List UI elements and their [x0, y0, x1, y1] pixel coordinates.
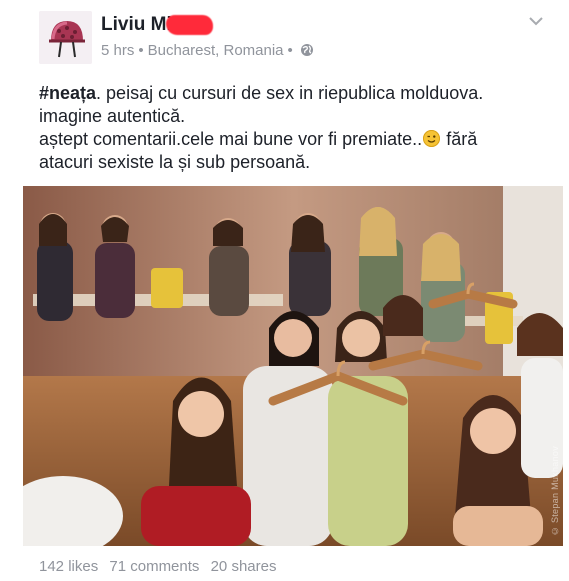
post-photo[interactable]: © Stepan Mukhanov	[23, 186, 563, 546]
post-line-1: #neața. peisaj cu cursuri de sex in riep…	[39, 82, 559, 105]
author-avatar[interactable]	[39, 11, 92, 64]
avatar-helmet-icon	[39, 11, 92, 64]
post-line-3: aștept comentarii.cele mai bune vor fi p…	[39, 128, 559, 151]
post-body: #neața. peisaj cu cursuri de sex in riep…	[39, 82, 559, 174]
hashtag-link[interactable]: #neața	[39, 83, 96, 103]
facebook-post: Liviu Mi 5 hrs • Bucharest, Romania • #neaț…	[0, 0, 569, 581]
shares-count[interactable]: 20 shares	[211, 558, 277, 575]
post-line-3-tail: fără	[441, 129, 478, 149]
meta-separator: •	[287, 42, 293, 59]
globe-icon[interactable]	[300, 43, 314, 57]
post-location[interactable]: Bucharest, Romania	[148, 42, 284, 59]
photo-watermark: © Stepan Mukhanov	[550, 445, 560, 536]
post-line-2: imagine autentică.	[39, 106, 186, 126]
comments-count[interactable]: 71 comments	[109, 558, 199, 575]
likes-count[interactable]: 142 likes	[39, 558, 98, 575]
post-line-3-text: aștept comentarii.cele mai bune vor fi p…	[39, 129, 423, 149]
smiley-wink-icon	[423, 130, 441, 147]
author-name[interactable]: Liviu Mi	[101, 14, 172, 36]
post-time[interactable]: 5 hrs	[101, 42, 134, 59]
post-stats: 142 likes 71 comments 20 shares	[39, 558, 283, 575]
post-meta: 5 hrs • Bucharest, Romania •	[101, 42, 314, 59]
chevron-down-icon[interactable]	[527, 14, 545, 28]
photo-scene	[23, 186, 563, 546]
meta-separator: •	[138, 42, 144, 59]
post-line-1-text: . peisaj cu cursuri de sex in riepublica…	[96, 83, 484, 103]
post-line-4: atacuri sexiste la și sub persoană.	[39, 152, 311, 172]
name-redaction-scribble	[166, 15, 213, 35]
